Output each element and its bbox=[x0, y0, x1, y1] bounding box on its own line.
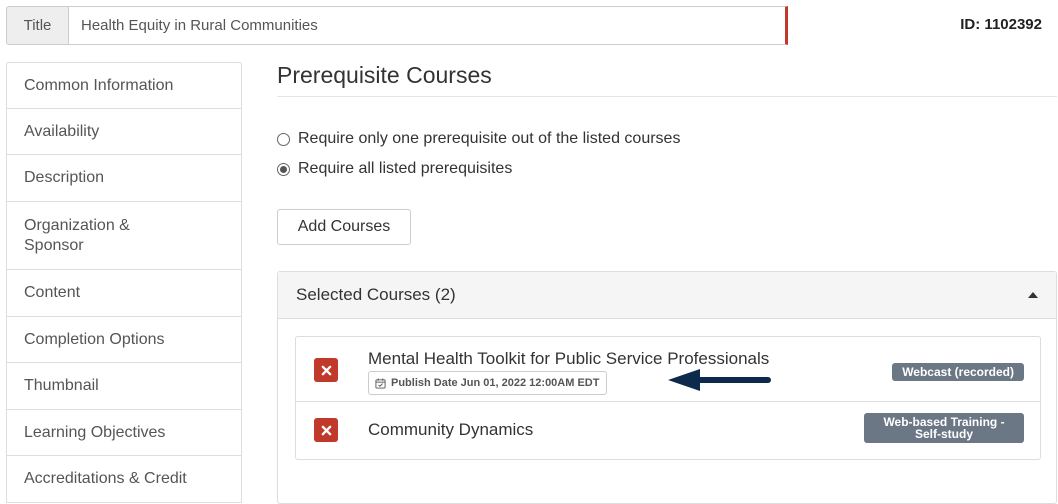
course-name: Mental Health Toolkit for Public Service… bbox=[368, 349, 770, 368]
sidebar-nav: Common Information Availability Descript… bbox=[6, 62, 242, 503]
radio-circle[interactable] bbox=[277, 132, 290, 146]
remove-course-button[interactable] bbox=[314, 418, 338, 442]
sidebar-item-learning-objectives[interactable]: Learning Objectives bbox=[6, 410, 242, 456]
sidebar-item-organization-sponsor[interactable]: Organization & Sponsor bbox=[6, 202, 242, 270]
sidebar-item-label: Thumbnail bbox=[24, 377, 99, 394]
publish-date-text: Publish Date Jun 01, 2022 12:00AM EDT bbox=[391, 377, 600, 389]
title-label: Title bbox=[6, 6, 68, 45]
publish-date-badge: Publish Date Jun 01, 2022 12:00AM EDT bbox=[368, 371, 608, 395]
list-item: Community Dynamics Web-based Training - … bbox=[295, 402, 1041, 460]
add-courses-button[interactable]: Add Courses bbox=[277, 209, 411, 245]
remove-course-button[interactable] bbox=[314, 358, 338, 382]
sidebar-item-label: Completion Options bbox=[24, 330, 165, 348]
course-name: Community Dynamics bbox=[368, 420, 534, 439]
course-list: Mental Health Toolkit for Public Service… bbox=[295, 336, 1041, 460]
record-id: ID: 1102392 bbox=[960, 16, 1042, 33]
panel-heading[interactable]: Selected Courses (2) bbox=[278, 272, 1056, 319]
sidebar-item-thumbnail[interactable]: Thumbnail bbox=[6, 363, 242, 410]
sidebar-item-completion-options[interactable]: Completion Options bbox=[6, 317, 242, 363]
close-icon bbox=[321, 425, 331, 435]
sidebar-item-label: Description bbox=[24, 169, 105, 186]
sidebar-item-availability[interactable]: Availability bbox=[6, 109, 242, 155]
sidebar-item-label: Learning Objectives bbox=[24, 423, 166, 441]
title-input[interactable]: Health Equity in Rural Communities bbox=[68, 6, 788, 45]
course-type-line: Self-study bbox=[914, 427, 973, 441]
calendar-check-icon bbox=[375, 377, 386, 389]
arrow-left-icon bbox=[668, 369, 771, 391]
course-type-label: Web-based Training - Self-study bbox=[864, 413, 1024, 443]
radio-label: Require only one prerequisite out of the… bbox=[298, 130, 681, 147]
close-icon bbox=[321, 365, 331, 375]
sidebar-item-label: Availability bbox=[24, 122, 100, 140]
sidebar-item-label: Accreditations & Credit bbox=[24, 470, 187, 487]
sidebar-item-accreditations-credit[interactable]: Accreditations & Credit bbox=[6, 456, 242, 503]
caret-up-icon[interactable] bbox=[1028, 292, 1038, 298]
title-field-group: Title Health Equity in Rural Communities bbox=[6, 6, 788, 45]
selected-courses-panel: Selected Courses (2) Mental Health Toolk… bbox=[277, 271, 1057, 504]
sidebar-item-common-information[interactable]: Common Information bbox=[6, 62, 242, 109]
radio-require-one[interactable]: Require only one prerequisite out of the… bbox=[277, 130, 680, 148]
sidebar-item-label: Organization & Sponsor bbox=[24, 216, 130, 254]
sidebar-item-content[interactable]: Content bbox=[6, 270, 242, 317]
panel-title: Selected Courses (2) bbox=[296, 285, 456, 304]
sidebar-item-label: Common Information bbox=[24, 76, 174, 94]
radio-require-all[interactable]: Require all listed prerequisites bbox=[277, 160, 512, 178]
sidebar-item-description[interactable]: Description bbox=[6, 155, 242, 202]
radio-circle[interactable] bbox=[277, 162, 290, 176]
main-content: Prerequisite Courses Require only one pr… bbox=[277, 62, 1057, 504]
course-type-label: Webcast (recorded) bbox=[892, 363, 1024, 381]
radio-label: Require all listed prerequisites bbox=[298, 160, 513, 177]
sidebar-item-label: Content bbox=[24, 284, 81, 301]
page-title: Prerequisite Courses bbox=[277, 62, 1057, 97]
